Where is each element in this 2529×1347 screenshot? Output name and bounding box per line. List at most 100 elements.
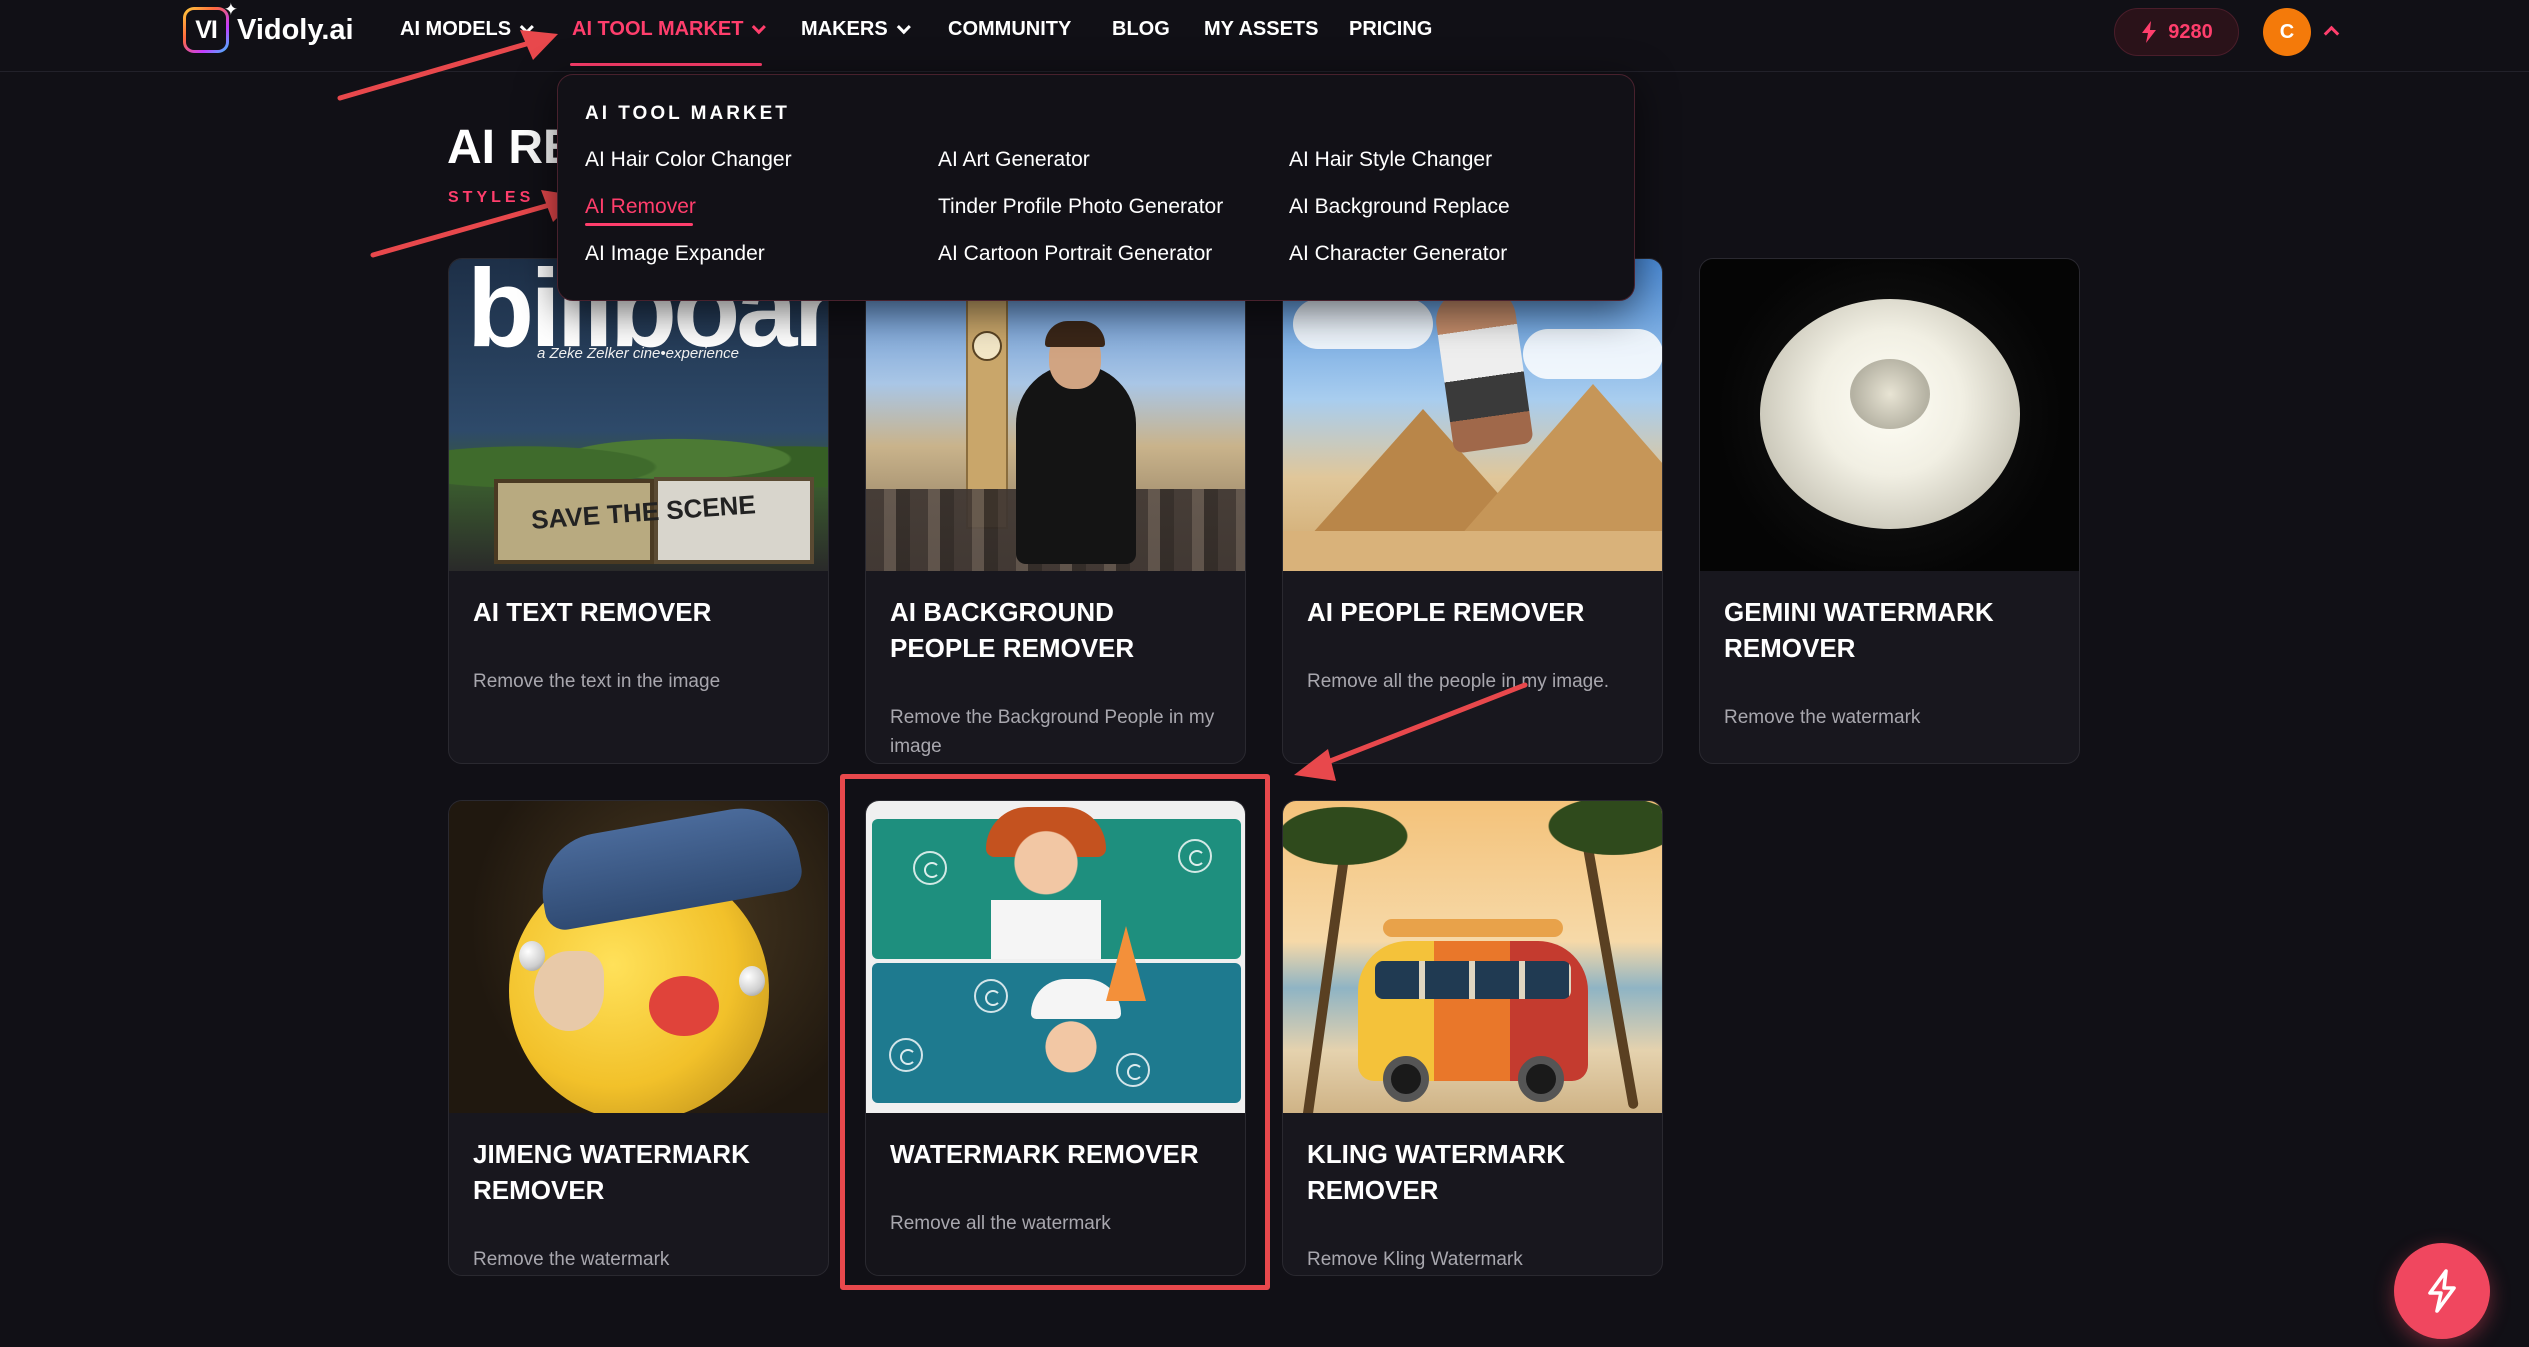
chevron-up-icon[interactable] — [2323, 25, 2340, 42]
card-title: AI TEXT REMOVER — [473, 597, 712, 627]
nav-pricing-label: PRICING — [1349, 18, 1433, 40]
card-description: Remove Kling Watermark — [1307, 1249, 1523, 1270]
tool-card-ai-text-remover[interactable]: billboard a Zeke Zelker cine•experience … — [448, 258, 829, 764]
top-navigation: VI ✦ Vidoly.ai AI MODELS AI TOOL MARKET … — [0, 0, 2529, 72]
card-description: Remove all the people in my image. — [1307, 671, 1610, 692]
dropdown-item-ai-image-expander[interactable]: AI Image Expander — [585, 242, 765, 266]
card-description: Remove the text in the image — [473, 671, 721, 692]
card-thumbnail: billboard a Zeke Zelker cine•experience … — [449, 259, 828, 571]
nav-pricing[interactable]: PRICING — [1349, 18, 1432, 41]
watermark-icon — [974, 979, 1008, 1013]
quick-create-button[interactable] — [2394, 1243, 2490, 1339]
nav-my-assets[interactable]: MY ASSETS — [1204, 18, 1318, 41]
chevron-down-icon — [519, 19, 535, 34]
wheel-art — [1383, 1056, 1429, 1102]
active-nav-underline — [570, 63, 762, 66]
card-thumbnail — [1283, 801, 1662, 1113]
nav-my-assets-label: MY ASSETS — [1204, 18, 1319, 40]
nav-community[interactable]: COMMUNITY — [948, 18, 1071, 41]
dropdown-item-ai-remover[interactable]: AI Remover — [585, 195, 696, 219]
card-description: Remove the watermark — [1724, 707, 1921, 728]
tool-card-ai-people-remover[interactable]: AI PEOPLE REMOVER Remove all the people … — [1282, 258, 1663, 764]
clock-art — [972, 331, 1002, 361]
logo-mark: VI ✦ — [183, 0, 238, 53]
surfboard-art — [1383, 919, 1563, 937]
dropdown-item-ai-art-generator[interactable]: AI Art Generator — [938, 148, 1090, 172]
card-title: AI PEOPLE REMOVER — [1307, 597, 1585, 627]
brand-name: Vidoly.ai — [237, 13, 354, 46]
palm-leaves-art — [1283, 801, 1443, 881]
cloud-art — [1293, 299, 1433, 349]
pearl-art — [739, 966, 765, 996]
pearl-art — [519, 941, 545, 971]
tool-card-jimeng-watermark-remover[interactable]: JIMENG WATERMARK REMOVER Remove the wate… — [448, 800, 829, 1276]
dropdown-item-ai-background-replace[interactable]: AI Background Replace — [1289, 195, 1510, 219]
tool-card-ai-background-people-remover[interactable]: AI BACKGROUND PEOPLE REMOVER Remove the … — [865, 258, 1246, 764]
sparkle-icon: ✦ — [223, 0, 238, 19]
nav-ai-tool-market[interactable]: AI TOOL MARKET — [572, 18, 767, 41]
dropdown-item-ai-hair-style-changer[interactable]: AI Hair Style Changer — [1289, 148, 1492, 172]
beak-art — [534, 951, 604, 1031]
card-title: AI BACKGROUND PEOPLE REMOVER — [890, 597, 1135, 663]
credits-button[interactable]: 9280 — [2114, 8, 2239, 56]
dropdown-item-ai-character-generator[interactable]: AI Character Generator — [1289, 242, 1507, 266]
watermark-icon — [889, 1038, 923, 1072]
card-description: Remove the watermark — [473, 1249, 670, 1270]
user-avatar[interactable]: C — [2263, 8, 2311, 56]
card-thumbnail — [1700, 259, 2079, 571]
billboard-art-subtext: a Zeke Zelker cine•experience — [537, 345, 740, 362]
card-description: Remove the Background People in my image — [890, 707, 1215, 757]
watermark-icon — [1178, 839, 1212, 873]
person-hair-art — [1045, 321, 1105, 347]
logo-badge-text: VI — [186, 10, 226, 50]
watermark-icon — [913, 851, 947, 885]
party-hat-art — [1106, 926, 1146, 1001]
lightning-icon — [2428, 1269, 2456, 1313]
tool-card-kling-watermark-remover[interactable]: KLING WATERMARK REMOVER Remove Kling Wat… — [1282, 800, 1663, 1276]
tool-card-watermark-remover[interactable]: WATERMARK REMOVER Remove all the waterma… — [865, 800, 1246, 1276]
dropdown-item-tinder-profile-photo-generator[interactable]: Tinder Profile Photo Generator — [938, 195, 1223, 219]
dropdown-active-underline — [585, 223, 693, 226]
lightning-icon — [2142, 21, 2157, 43]
nav-community-label: COMMUNITY — [948, 18, 1072, 40]
watermark-icon — [1116, 1053, 1150, 1087]
card-thumbnail — [449, 801, 828, 1113]
nav-blog[interactable]: BLOG — [1112, 18, 1170, 41]
nav-ai-models-label: AI MODELS — [400, 18, 512, 40]
card-thumbnail — [866, 259, 1245, 571]
dropdown-item-ai-hair-color-changer[interactable]: AI Hair Color Changer — [585, 148, 792, 172]
nav-ai-models[interactable]: AI MODELS — [400, 18, 535, 41]
chevron-down-icon — [896, 19, 911, 34]
cheek-art — [649, 976, 719, 1036]
nav-makers-label: MAKERS — [801, 18, 888, 40]
nav-blog-label: BLOG — [1112, 18, 1170, 40]
nav-ai-tool-market-label: AI TOOL MARKET — [572, 18, 744, 40]
card-thumbnail — [866, 801, 1245, 1113]
anime-boy-art — [1026, 1001, 1116, 1103]
chevron-down-icon — [752, 19, 767, 34]
dropdown-heading: AI TOOL MARKET — [585, 103, 790, 124]
anime-boy-art — [991, 811, 1101, 959]
card-title: GEMINI WATERMARK REMOVER — [1724, 597, 1994, 663]
credits-count: 9280 — [2168, 20, 2213, 43]
tool-market-dropdown: AI TOOL MARKET AI Hair Color Changer AI … — [557, 74, 1635, 301]
van-windows-art — [1375, 961, 1571, 999]
rose-core-art — [1850, 359, 1930, 429]
brand-logo[interactable]: VI ✦ Vidoly.ai — [183, 0, 354, 54]
card-title: KLING WATERMARK REMOVER — [1307, 1139, 1566, 1205]
page-subtitle: STYLES — [448, 189, 535, 206]
avatar-initial: C — [2279, 20, 2295, 43]
page-title: AI RE — [447, 121, 576, 174]
cloud-art — [1523, 329, 1662, 379]
person-art — [1016, 364, 1136, 564]
tool-card-gemini-watermark-remover[interactable]: GEMINI WATERMARK REMOVER Remove the wate… — [1699, 258, 2080, 764]
card-thumbnail — [1283, 259, 1662, 571]
card-title: WATERMARK REMOVER — [890, 1139, 1199, 1169]
sand-art — [1283, 531, 1662, 571]
card-title: JIMENG WATERMARK REMOVER — [473, 1139, 750, 1205]
wheel-art — [1518, 1056, 1564, 1102]
card-description: Remove all the watermark — [890, 1213, 1111, 1234]
dropdown-item-ai-cartoon-portrait-generator[interactable]: AI Cartoon Portrait Generator — [938, 242, 1212, 266]
nav-makers[interactable]: MAKERS — [801, 18, 911, 41]
palm-leaves-art — [1513, 801, 1662, 871]
